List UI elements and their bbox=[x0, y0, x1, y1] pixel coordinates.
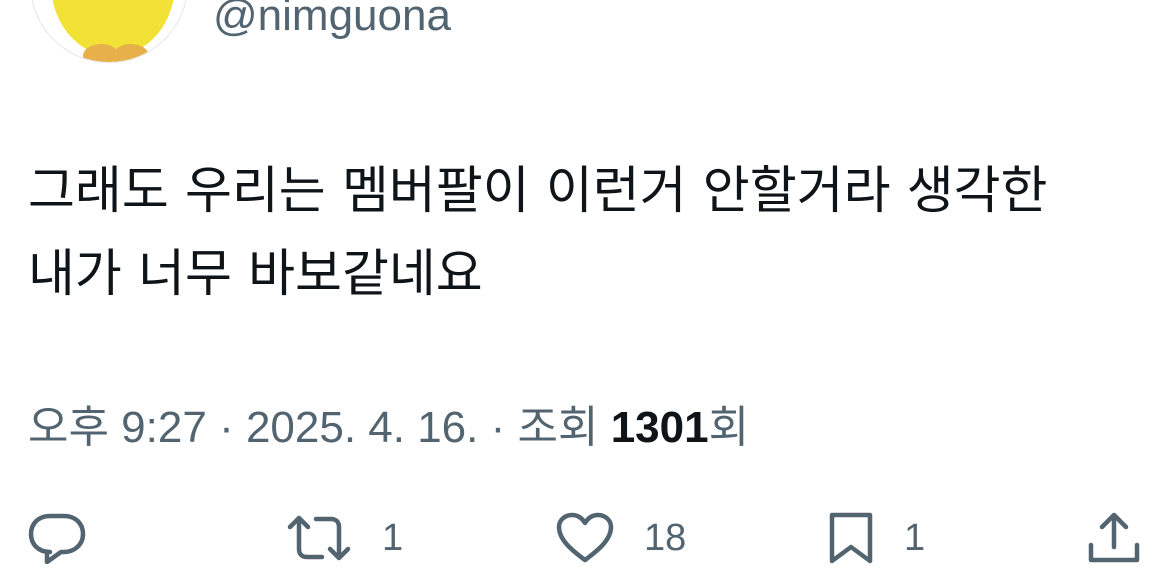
views-label: 조회 bbox=[517, 403, 599, 452]
reply-button[interactable] bbox=[28, 508, 86, 568]
tweet-text: 그래도 우리는 멤버팔이 이런거 안할거라 생각한 내가 너무 바보같네요 bbox=[28, 162, 1048, 304]
retweet-button[interactable]: 1 bbox=[286, 508, 403, 568]
share-icon bbox=[1088, 512, 1140, 563]
retweet-icon bbox=[287, 515, 351, 561]
author-handle[interactable]: @nimguona bbox=[213, 0, 451, 46]
views-count: 1301 bbox=[610, 403, 709, 452]
share-button[interactable] bbox=[1086, 508, 1142, 568]
yellow-duck-avatar-icon bbox=[31, 0, 187, 62]
heart-icon bbox=[556, 512, 614, 563]
avatar[interactable] bbox=[30, 0, 188, 63]
tweet-time[interactable]: 오후 9:27 bbox=[28, 403, 207, 452]
tweet-meta: 오후 9:27 · 2025. 4. 16. · 조회 1301회 bbox=[28, 398, 749, 458]
bookmark-button[interactable]: 1 bbox=[828, 508, 925, 568]
reply-icon bbox=[28, 513, 86, 564]
bookmark-icon bbox=[829, 512, 873, 564]
like-count: 18 bbox=[644, 516, 687, 559]
meta-separator: · bbox=[219, 403, 234, 452]
views-suffix: 회 bbox=[708, 403, 750, 452]
tweet-date[interactable]: 2025. 4. 16. bbox=[246, 403, 478, 452]
action-bar: 1 18 1 bbox=[0, 508, 1170, 568]
bookmark-count: 1 bbox=[904, 516, 926, 559]
meta-separator: · bbox=[490, 403, 506, 452]
like-button[interactable]: 18 bbox=[556, 508, 686, 568]
retweet-count: 1 bbox=[382, 516, 404, 559]
